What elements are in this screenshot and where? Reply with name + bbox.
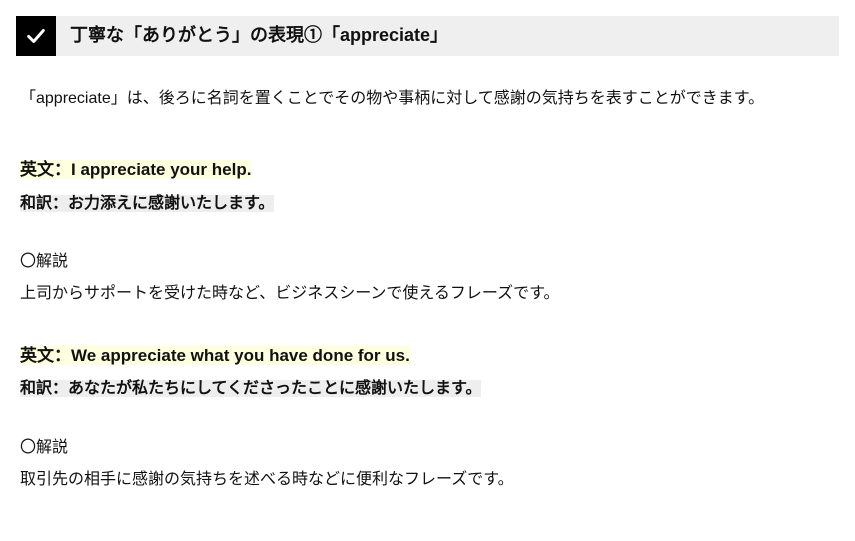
check-icon bbox=[16, 16, 56, 56]
phrase-entry: 英文：We appreciate what you have done for … bbox=[20, 340, 839, 495]
japanese-text: お力添えに感謝いたします。 bbox=[68, 195, 274, 212]
english-text: I appreciate your help. bbox=[71, 160, 251, 179]
intro-paragraph: 「appreciate」は、後ろに名詞を置くことでその物や事柄に対して感謝の気持… bbox=[20, 84, 839, 114]
english-text: We appreciate what you have done for us. bbox=[71, 346, 410, 365]
english-prefix: 英文： bbox=[20, 160, 71, 179]
explain-label: 〇解説 bbox=[20, 433, 839, 463]
japanese-line: 和訳：お力添えに感謝いたします。 bbox=[20, 189, 839, 219]
section-heading-text: 丁寧な「ありがとう」の表現①「appreciate」 bbox=[56, 16, 839, 56]
explain-text: 上司からサポートを受けた時など、ビジネスシーンで使えるフレーズです。 bbox=[20, 279, 839, 309]
japanese-line: 和訳：あなたが私たちにしてくださったことに感謝いたします。 bbox=[20, 374, 839, 404]
english-line: 英文：I appreciate your help. bbox=[20, 154, 839, 186]
explain-text: 取引先の相手に感謝の気持ちを述べる時などに便利なフレーズです。 bbox=[20, 465, 839, 495]
japanese-prefix: 和訳： bbox=[20, 380, 68, 397]
phrase-entry: 英文：I appreciate your help. 和訳：お力添えに感謝いたし… bbox=[20, 154, 839, 309]
english-prefix: 英文： bbox=[20, 346, 71, 365]
english-line: 英文：We appreciate what you have done for … bbox=[20, 340, 839, 372]
explain-label: 〇解説 bbox=[20, 247, 839, 277]
section-heading: 丁寧な「ありがとう」の表現①「appreciate」 bbox=[16, 16, 839, 56]
japanese-text: あなたが私たちにしてくださったことに感謝いたします。 bbox=[68, 380, 481, 397]
japanese-prefix: 和訳： bbox=[20, 195, 68, 212]
